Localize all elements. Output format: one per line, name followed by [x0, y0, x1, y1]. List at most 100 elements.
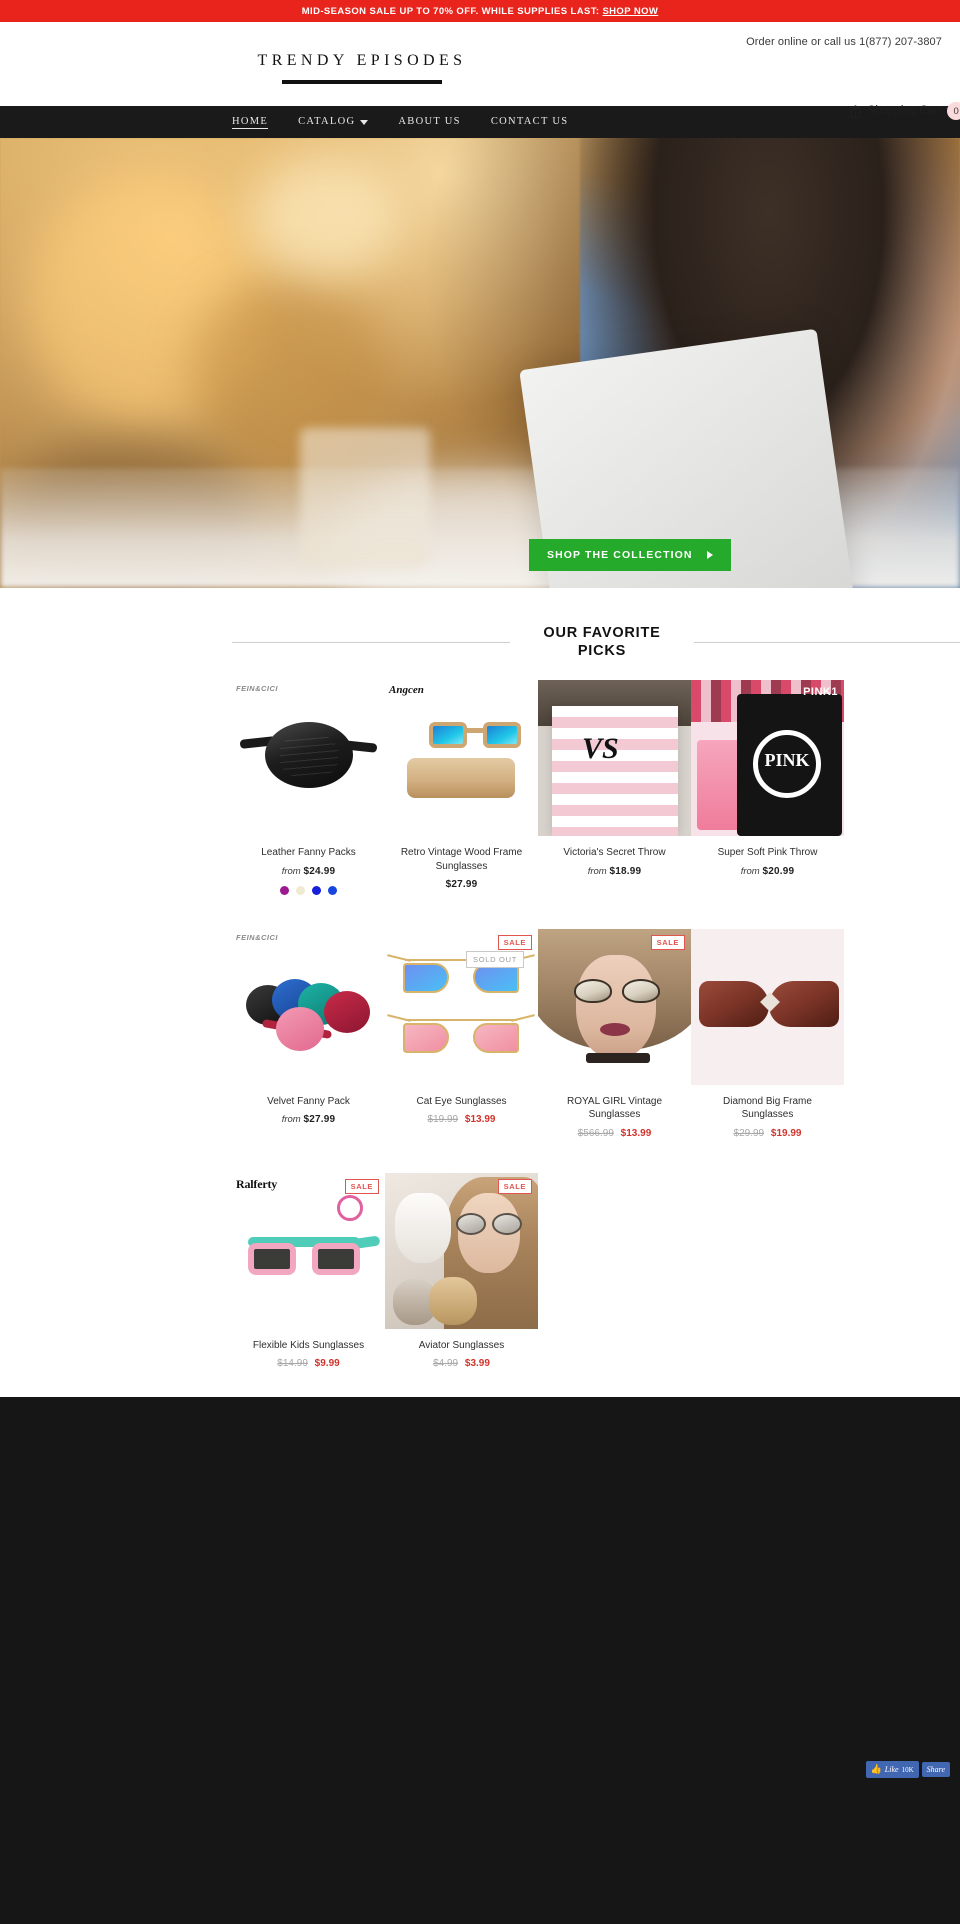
- product-title[interactable]: Victoria's Secret Throw: [538, 846, 691, 860]
- nav-label-catalog: CATALOG: [298, 116, 356, 127]
- price-original: $4.99: [433, 1358, 459, 1370]
- product-brand: FEIN&CICI: [236, 684, 278, 694]
- arrow-right-icon: [706, 551, 713, 559]
- price-sale: $13.99: [620, 1127, 652, 1139]
- price-original: $29.99: [733, 1127, 765, 1139]
- product-image[interactable]: SALE: [538, 928, 691, 1085]
- nav-item-catalog[interactable]: CATALOG: [298, 116, 369, 128]
- status-badge-sale: SALE: [344, 1178, 379, 1194]
- nav-item-about-us[interactable]: ABOUT US: [398, 116, 460, 128]
- thumbs-up-icon: 👍: [870, 1764, 882, 1775]
- facebook-like-button[interactable]: 👍 Like 10K: [865, 1761, 919, 1779]
- order-phone-text: Order online or call us 1(877) 207-3807: [746, 36, 942, 48]
- heading-rule-right: [694, 641, 960, 643]
- product-card[interactable]: SALE SOLD OUT Cat Eye Sunglasses $19.99 …: [385, 923, 538, 1167]
- product-title[interactable]: Flexible Kids Sunglasses: [232, 1339, 385, 1353]
- announcement-shop-now-link[interactable]: SHOP NOW: [602, 6, 658, 17]
- price-value: $24.99: [303, 865, 336, 877]
- price-sale: $13.99: [464, 1114, 496, 1126]
- product-title[interactable]: Leather Fanny Packs: [232, 846, 385, 860]
- cart-label: Shopping Cart: [867, 105, 942, 117]
- product-card[interactable]: Diamond Big Frame Sunglasses $29.99 $19.…: [691, 923, 844, 1167]
- product-title[interactable]: Retro Vintage Wood Frame Sunglasses: [385, 846, 538, 873]
- product-title[interactable]: ROYAL GIRL Vintage Sunglasses: [538, 1095, 691, 1122]
- color-swatches: [232, 885, 385, 895]
- price-sale: $3.99: [464, 1358, 490, 1370]
- product-card[interactable]: PINK PINK1 Super Soft Pink Throw from $2…: [691, 674, 844, 923]
- swatch-cream[interactable]: [296, 885, 305, 895]
- facebook-share-label: Share: [926, 1765, 945, 1775]
- favorite-picks-heading-row: OUR FAVORITE PICKS: [0, 588, 960, 674]
- kids-sunglasses-art: [232, 1173, 385, 1329]
- swatch-blue[interactable]: [312, 885, 321, 895]
- product-image[interactable]: PINK PINK1: [691, 680, 844, 837]
- product-grid: FEIN&CICI Leather Fanny Packs from $24.9…: [0, 674, 960, 1397]
- product-card[interactable]: Angcen Retro Vintage Wood Frame Sunglass…: [385, 674, 538, 923]
- swatch-purple[interactable]: [280, 885, 289, 895]
- shopping-cart-button[interactable]: Shopping Cart 0: [849, 102, 960, 120]
- product-price: from $24.99: [232, 866, 385, 877]
- product-image[interactable]: VS: [538, 680, 691, 837]
- pink-overlay-label: PINK1: [803, 686, 838, 699]
- price-value: $27.99: [445, 879, 478, 891]
- product-brand: Angcen: [389, 684, 424, 697]
- product-brand: Ralferty: [236, 1176, 278, 1191]
- royal-girl-sunglasses-art: [538, 928, 691, 1085]
- status-badge-sale: SALE: [650, 934, 685, 950]
- status-badge-sold-out: SOLD OUT: [466, 950, 524, 968]
- product-price: $14.99 $9.99: [232, 1358, 385, 1369]
- product-title[interactable]: Velvet Fanny Pack: [232, 1095, 385, 1109]
- shopping-bag-icon: [850, 104, 860, 118]
- wood-frame-sunglasses-art: [385, 680, 538, 836]
- nav-item-home[interactable]: HOME: [232, 116, 269, 129]
- product-image[interactable]: Angcen: [385, 680, 538, 837]
- product-image[interactable]: FEIN&CICI: [232, 928, 385, 1085]
- product-price: $19.99 $13.99: [385, 1114, 538, 1125]
- shop-the-collection-label: SHOP THE COLLECTION: [547, 549, 693, 561]
- site-footer: 👍 Like 10K Share: [0, 1397, 960, 1924]
- shop-the-collection-button[interactable]: SHOP THE COLLECTION: [529, 539, 731, 571]
- product-image[interactable]: SALE SOLD OUT: [385, 928, 538, 1085]
- cart-count-badge: 0: [947, 102, 960, 120]
- product-image[interactable]: SALE: [385, 1172, 538, 1329]
- product-card[interactable]: FEIN&CICI Leather Fanny Packs from $24.9…: [232, 674, 385, 923]
- facebook-like-label: Like: [884, 1765, 899, 1775]
- nav-item-contact-us[interactable]: CONTACT US: [491, 116, 569, 128]
- product-price: from $18.99: [538, 866, 691, 877]
- product-card[interactable]: FEIN&CICI Velvet Fanny Pack from $27.99: [232, 923, 385, 1167]
- hero-bokeh-3: [250, 158, 400, 278]
- announcement-bar: MID-SEASON SALE UP TO 70% OFF. WHILE SUP…: [0, 0, 960, 22]
- facebook-share-button[interactable]: Share: [921, 1762, 950, 1778]
- product-price: $566.99 $13.99: [538, 1128, 691, 1139]
- product-card[interactable]: SALE ROYAL GIRL Vintage Sunglasses $566.…: [538, 923, 691, 1167]
- product-card[interactable]: Ralferty SALE Flexible Kids Sunglasses $…: [232, 1167, 385, 1398]
- price-value: $18.99: [609, 865, 642, 877]
- swatch-royal-blue[interactable]: [328, 885, 337, 895]
- product-title[interactable]: Super Soft Pink Throw: [691, 846, 844, 860]
- product-image[interactable]: [691, 928, 844, 1085]
- hero-drink-glass: [300, 428, 430, 568]
- leather-fanny-pack-art: [232, 680, 385, 836]
- logo-underline: [282, 80, 442, 84]
- product-title[interactable]: Diamond Big Frame Sunglasses: [691, 1095, 844, 1122]
- product-image[interactable]: Ralferty SALE: [232, 1172, 385, 1329]
- victorias-secret-throw-art: VS: [538, 680, 691, 837]
- logo[interactable]: TRENDY EPISODES: [232, 52, 492, 84]
- price-prefix: from: [740, 865, 760, 877]
- product-image[interactable]: FEIN&CICI: [232, 680, 385, 837]
- product-price: from $27.99: [232, 1114, 385, 1125]
- price-prefix: from: [281, 1114, 301, 1126]
- main-navigation: HOME CATALOG ABOUT US CONTACT US: [0, 106, 960, 138]
- product-title[interactable]: Cat Eye Sunglasses: [385, 1095, 538, 1109]
- product-price: $4.99 $3.99: [385, 1358, 538, 1369]
- product-brand: FEIN&CICI: [236, 932, 278, 942]
- price-sale: $19.99: [770, 1127, 802, 1139]
- product-title[interactable]: Aviator Sunglasses: [385, 1339, 538, 1353]
- product-card[interactable]: VS Victoria's Secret Throw from $18.99: [538, 674, 691, 923]
- pink-throw-art: PINK PINK1: [691, 680, 844, 837]
- price-prefix: from: [281, 865, 301, 877]
- aviator-sunglasses-art: [385, 1172, 538, 1329]
- announcement-text: MID-SEASON SALE UP TO 70% OFF. WHILE SUP…: [301, 5, 600, 17]
- product-card[interactable]: SALE Aviator Sunglasses $4.99 $3.99: [385, 1167, 538, 1398]
- product-price: $27.99: [385, 879, 538, 890]
